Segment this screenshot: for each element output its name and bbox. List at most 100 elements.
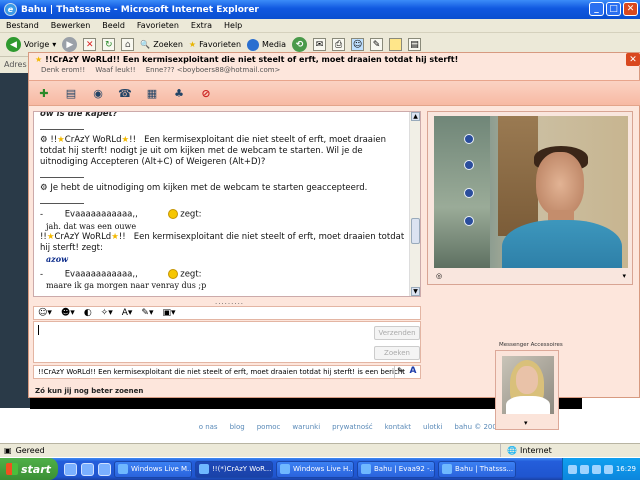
tray-volume-icon[interactable] xyxy=(591,464,601,474)
invite-contact-icon[interactable]: ✚ xyxy=(37,86,51,100)
folder-icon[interactable] xyxy=(389,38,403,51)
background-icon[interactable]: ▣▾ xyxy=(162,308,175,318)
webcam-accepted-message: ⚙ Je hebt de uitnodiging om kijken met d… xyxy=(40,183,368,193)
menu-extra[interactable]: Extra xyxy=(191,21,212,30)
smiley-icon xyxy=(167,209,178,219)
footer-link-pomoc[interactable]: pomoc xyxy=(257,423,281,431)
ad-text[interactable]: Zó kun jij nog beter zoenen xyxy=(35,387,143,395)
footer-link-o-nas[interactable]: o nas xyxy=(199,423,218,431)
tray-security-icon[interactable] xyxy=(603,464,613,474)
research-icon[interactable]: ▤ xyxy=(408,38,422,51)
conversation-history[interactable]: ow is die kapet? ⚙ !!★CrAzY WoRLd★!! Een… xyxy=(33,111,421,297)
taskbar-item-bahu-evaa92[interactable]: Bahu | Evaa92 -... xyxy=(357,460,435,478)
windows-flag-icon xyxy=(6,463,18,475)
menu-bestand[interactable]: Bestand xyxy=(6,21,39,30)
footer-link-warunki[interactable]: warunki xyxy=(292,423,320,431)
taskbar-item-windows-live-h[interactable]: Windows Live H... xyxy=(276,460,354,478)
ie-title-bar[interactable]: e Bahu | Thatsssme - Microsoft Internet … xyxy=(0,0,640,19)
emoticon-icon[interactable]: ☺▾ xyxy=(38,308,52,318)
webcam-video[interactable] xyxy=(434,116,628,268)
back-button[interactable]: ◀ Vorige ▾ xyxy=(6,37,56,52)
webcam-frame: ◎ ▾ xyxy=(427,111,633,285)
mail-icon[interactable]: ✉ xyxy=(313,38,327,51)
forward-arrow-icon[interactable]: ▶ xyxy=(62,37,78,52)
taskbar-item-bahu-thatsss[interactable]: Bahu | Thatsss... xyxy=(438,460,516,478)
close-icon[interactable]: ✕ xyxy=(623,2,638,16)
start-button[interactable]: start xyxy=(0,458,58,480)
maximize-icon[interactable]: □ xyxy=(606,2,621,16)
menu-bewerken[interactable]: Bewerken xyxy=(51,21,91,30)
status-text: Gereed xyxy=(15,446,45,455)
color-icon[interactable]: ✎▾ xyxy=(141,308,153,318)
security-zone: 🌐 Internet xyxy=(500,444,552,457)
send-button[interactable]: Verzenden xyxy=(374,326,420,340)
send-files-icon[interactable]: ▤ xyxy=(64,86,78,100)
audio-call-icon[interactable]: ☎ xyxy=(118,86,132,100)
activities-icon[interactable]: ▦ xyxy=(145,86,159,100)
smiley-icon xyxy=(167,268,178,279)
message-input[interactable]: Verzenden Zoeken xyxy=(33,321,421,363)
favorites-button[interactable]: ★ Favorieten xyxy=(189,40,241,49)
message-header: - Evaaaaaaaaaaa,, zegt: xyxy=(40,209,202,220)
footer-link-ulotki[interactable]: ulotki xyxy=(423,423,442,431)
footer-link-prywatnosc[interactable]: prywatność xyxy=(332,423,372,431)
tray-network-icon[interactable] xyxy=(567,464,577,474)
text-mode-icon[interactable]: A xyxy=(407,366,419,378)
wink-icon[interactable]: ☻▾ xyxy=(61,308,75,318)
menu-beeld[interactable]: Beeld xyxy=(102,21,125,30)
handwriting-icon[interactable]: ✎ xyxy=(394,366,406,378)
scroll-down-icon[interactable]: ▼ xyxy=(411,287,420,296)
footer-link-blog[interactable]: blog xyxy=(230,423,245,431)
games-icon[interactable]: ♣ xyxy=(172,86,186,100)
footer-link-kontakt[interactable]: kontakt xyxy=(385,423,411,431)
print-icon[interactable]: ⎙ xyxy=(332,38,346,51)
webcam-icon[interactable]: ◉ xyxy=(91,86,105,100)
back-arrow-icon: ◀ xyxy=(6,37,21,52)
quick-launch-messenger-icon[interactable] xyxy=(81,462,94,476)
message-text: jah. dat was een ouwe xyxy=(46,221,137,231)
chevron-down-icon[interactable]: ▾ xyxy=(524,419,528,427)
avatar[interactable] xyxy=(502,356,554,414)
history-icon[interactable]: ⟲ xyxy=(292,37,308,52)
messenger-close-icon[interactable]: ✕ xyxy=(626,53,640,66)
messenger-icon[interactable]: ☺ xyxy=(351,38,365,51)
star-emoticon-icon: ★ xyxy=(57,135,65,145)
webcam-options-icon[interactable]: ◎ xyxy=(436,272,442,280)
page-left-strip xyxy=(0,73,30,408)
messenger-title[interactable]: ★ !!CrAzY WoRLd!! Een kermisexploitant d… xyxy=(29,53,640,66)
edit-icon[interactable]: ✎ xyxy=(370,38,384,51)
menu-favorieten[interactable]: Favorieten xyxy=(137,21,179,30)
tray-messenger-icon[interactable] xyxy=(579,464,589,474)
media-button[interactable]: Media xyxy=(247,38,286,51)
quick-launch-desktop-icon[interactable] xyxy=(98,462,111,476)
font-icon[interactable]: A▾ xyxy=(122,308,133,318)
chevron-down-icon: ▾ xyxy=(52,40,57,49)
block-icon[interactable]: ⊘ xyxy=(199,86,213,100)
search-button[interactable]: Zoeken xyxy=(374,346,420,360)
search-button[interactable]: 🔍 Zoeken xyxy=(140,40,183,49)
message-header: !!★CrAzY WoRLd★!! Een kermisexploitant d… xyxy=(40,231,405,253)
voice-clip-icon[interactable]: ◐ xyxy=(84,308,92,318)
minimize-icon[interactable]: _ xyxy=(589,2,604,16)
taskbar-item-windows-live-m[interactable]: Windows Live M... xyxy=(114,460,192,478)
scrollbar-thumb[interactable] xyxy=(411,218,420,244)
star-emoticon-icon: ★ xyxy=(35,55,43,64)
globe-icon: 🌐 xyxy=(507,446,517,455)
menu-help[interactable]: Help xyxy=(224,21,242,30)
quick-launch-ie-icon[interactable] xyxy=(64,462,77,476)
page-icon: ▣ xyxy=(4,446,12,455)
taskbar-item-crazy-world[interactable]: !!(*)CrAzY WoR... xyxy=(195,460,273,478)
conversation-scrollbar[interactable]: ▲ ▼ xyxy=(409,112,420,296)
chevron-down-icon[interactable]: ▾ xyxy=(622,272,626,280)
home-icon[interactable]: ⌂ xyxy=(121,38,135,51)
ie-window-title: Bahu | Thatsssme - Microsoft Internet Ex… xyxy=(21,4,259,15)
message-partial: ow is die kapet? xyxy=(40,111,118,119)
stop-icon[interactable]: ✕ xyxy=(83,38,97,51)
message-separator xyxy=(40,124,84,130)
nudge-icon[interactable]: ✧▾ xyxy=(101,308,113,318)
display-picture-frame: ▾ xyxy=(495,350,559,430)
scroll-up-icon[interactable]: ▲ xyxy=(411,112,420,121)
webcam-icon: ⚙ xyxy=(40,135,48,145)
refresh-icon[interactable]: ↻ xyxy=(102,38,116,51)
message-text: maare ik ga morgen naar venray dus ;p xyxy=(46,281,207,290)
